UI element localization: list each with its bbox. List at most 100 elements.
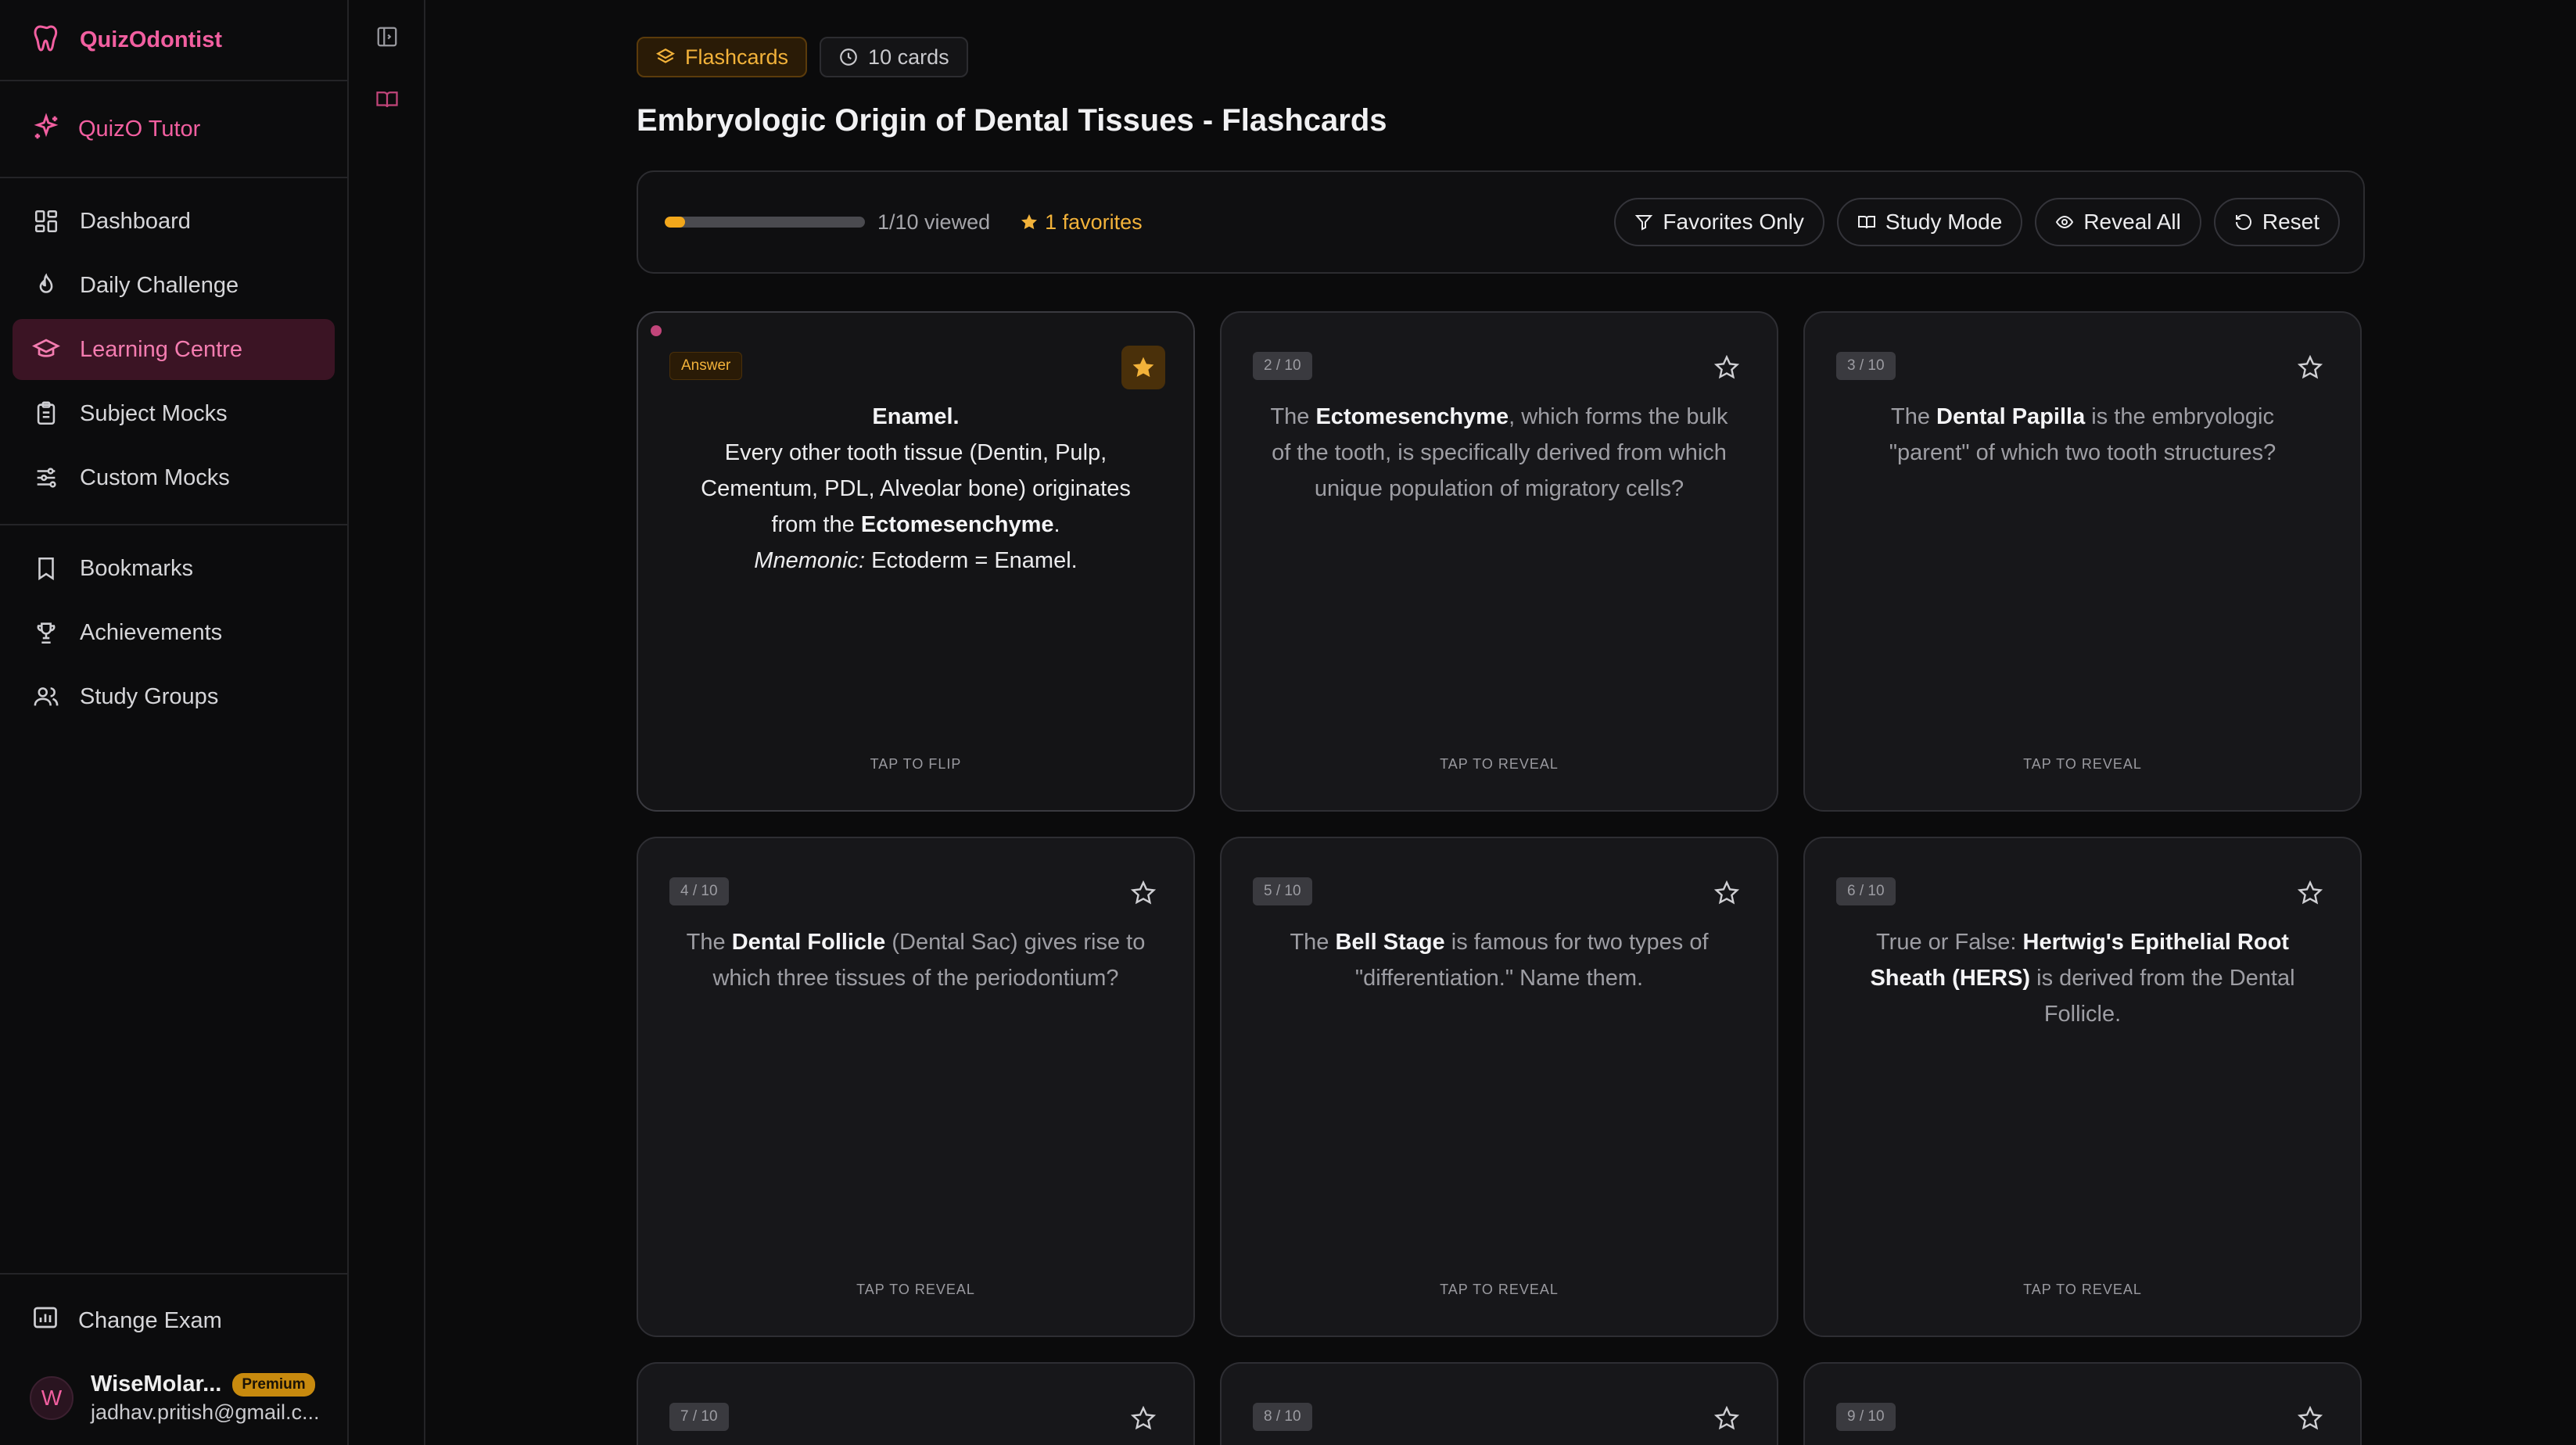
card-hint: TAP TO REVEAL	[2023, 1282, 2142, 1297]
nav-item-study-groups[interactable]: Study Groups	[13, 666, 335, 727]
favorite-star-icon[interactable]	[1705, 871, 1749, 915]
button-label: Reveal All	[2083, 210, 2181, 234]
page-title: Embryologic Origin of Dental Tissues - F…	[637, 103, 1387, 138]
user-profile[interactable]: W WiseMolar... Premium jadhav.pritish@gm…	[0, 1351, 347, 1445]
study-mode-button[interactable]: Study Mode	[1836, 198, 2023, 246]
favorite-star-icon[interactable]	[2288, 1397, 2332, 1440]
flashcard-9[interactable]: 9 / 10	[1803, 1362, 2362, 1445]
change-exam-button[interactable]: Change Exam	[0, 1290, 347, 1351]
flashcards-chip: Flashcards	[637, 37, 808, 77]
nav-label: Daily Challenge	[80, 272, 239, 298]
flashcard-2[interactable]: 2 / 10 The Ectomesenchyme, which forms t…	[1220, 311, 1778, 812]
bookmark-icon	[31, 554, 61, 583]
card-hint: TAP TO REVEAL	[856, 1282, 975, 1297]
trophy-icon	[31, 618, 61, 647]
nav-label: Dashboard	[80, 208, 191, 234]
main-content: Flashcards 10 cards Embryologic Origin o…	[425, 0, 2576, 1445]
favorite-star-icon[interactable]	[1121, 871, 1165, 915]
user-email: jadhav.pritish@gmail.c...	[91, 1400, 320, 1424]
nav-label: Custom Mocks	[80, 464, 230, 490]
nav-item-custom-mocks[interactable]: Custom Mocks	[13, 447, 335, 508]
favorites-label: 1 favorites	[1045, 210, 1143, 234]
card-text: The Dental Follicle (Dental Sac) gives r…	[686, 930, 1146, 991]
button-label: Reset	[2262, 210, 2319, 234]
secondary-nav: Bookmarks Achievements Study Groups	[0, 525, 347, 743]
app-name: QuizOdontist	[80, 27, 223, 52]
nav-item-learning-centre[interactable]: Learning Centre	[13, 319, 335, 380]
card-count-chip: 10 cards	[820, 37, 968, 77]
nav-item-daily-challenge[interactable]: Daily Challenge	[13, 255, 335, 316]
book-open-icon[interactable]	[349, 68, 425, 131]
sidebar-toggle-icon[interactable]	[349, 5, 425, 68]
flashcard-7[interactable]: 7 / 10	[637, 1362, 1195, 1445]
favorite-star-icon[interactable]	[2288, 871, 2332, 915]
card-badge: 3 / 10	[1836, 352, 1896, 380]
flashcard-toolbar: 1/10 viewed 1 favorites Favorites Only S…	[637, 170, 2365, 274]
card-badge: 2 / 10	[1253, 352, 1312, 380]
flashcard-5[interactable]: 5 / 10 The Bell Stage is famous for two …	[1220, 837, 1778, 1337]
favorite-star-icon[interactable]	[1705, 346, 1749, 389]
chip-type-label: Flashcards	[685, 45, 789, 69]
reveal-all-button[interactable]: Reveal All	[2035, 198, 2201, 246]
tutor-label: QuizO Tutor	[78, 116, 201, 142]
book-icon	[1857, 216, 1875, 229]
main-nav: Dashboard Daily Challenge Learning Centr…	[0, 178, 347, 525]
change-exam-label: Change Exam	[78, 1307, 222, 1333]
nav-item-achievements[interactable]: Achievements	[13, 602, 335, 663]
progress-bar	[665, 217, 865, 228]
nav-item-bookmarks[interactable]: Bookmarks	[13, 538, 335, 599]
sparkles-icon	[31, 112, 61, 146]
nav-label: Study Groups	[80, 683, 219, 709]
card-badge: Answer	[669, 352, 743, 380]
favorite-star-icon[interactable]	[1121, 346, 1165, 389]
sliders-icon	[31, 463, 61, 493]
dashboard-icon	[31, 206, 61, 236]
card-text: Enamel. Every other tooth tissue (Dentin…	[701, 404, 1131, 573]
card-text: The Ectomesenchyme, which forms the bulk…	[1270, 404, 1728, 501]
eye-icon	[2056, 215, 2074, 229]
viewed-count: 1/10 viewed	[877, 210, 991, 234]
sidebar-footer: Change Exam W WiseMolar... Premium jadha…	[0, 1273, 347, 1445]
nav-label: Learning Centre	[80, 336, 242, 362]
premium-badge: Premium	[232, 1372, 315, 1397]
graduation-cap-icon	[31, 335, 61, 364]
favorites-only-button[interactable]: Favorites Only	[1614, 198, 1824, 246]
brand[interactable]: QuizOdontist	[0, 0, 347, 81]
flashcard-8[interactable]: 8 / 10	[1220, 1362, 1778, 1445]
clipboard-icon	[31, 399, 61, 428]
card-badge: 8 / 10	[1253, 1403, 1312, 1431]
chip-count-label: 10 cards	[868, 45, 949, 69]
user-name: WiseMolar...	[91, 1371, 222, 1397]
card-text: The Bell Stage is famous for two types o…	[1290, 930, 1709, 991]
favorite-star-icon[interactable]	[2288, 346, 2332, 389]
favorite-star-icon[interactable]	[1705, 1397, 1749, 1440]
nav-label: Achievements	[80, 619, 223, 645]
favorites-count: 1 favorites	[1020, 210, 1143, 235]
button-label: Favorites Only	[1663, 210, 1804, 234]
avatar: W	[30, 1376, 74, 1420]
filter-icon	[1635, 215, 1653, 231]
card-badge: 4 / 10	[669, 877, 729, 905]
card-hint: TAP TO FLIP	[870, 756, 962, 772]
favorite-star-icon[interactable]	[1121, 1397, 1165, 1440]
layers-icon	[656, 48, 675, 63]
reset-button[interactable]: Reset	[2213, 198, 2340, 246]
nav-label: Bookmarks	[80, 555, 194, 581]
viewed-dot	[651, 325, 662, 336]
flashcard-4[interactable]: 4 / 10 The Dental Follicle (Dental Sac) …	[637, 837, 1195, 1337]
card-badge: 7 / 10	[669, 1403, 729, 1431]
nav-item-subject-mocks[interactable]: Subject Mocks	[13, 383, 335, 444]
progress-fill	[665, 217, 685, 228]
flashcard-6[interactable]: 6 / 10 True or False: Hertwig's Epitheli…	[1803, 837, 2362, 1337]
sidebar: QuizOdontist QuizO Tutor Dashboard Daily…	[0, 0, 349, 1445]
nav-item-dashboard[interactable]: Dashboard	[13, 191, 335, 252]
clock-icon	[840, 48, 857, 66]
flashcard-3[interactable]: 3 / 10 The Dental Papilla is the embryol…	[1803, 311, 2362, 812]
star-icon	[1021, 214, 1038, 230]
button-label: Study Mode	[1885, 210, 2003, 234]
side-rail	[349, 0, 425, 1445]
card-text: The Dental Papilla is the embryologic "p…	[1889, 404, 2276, 465]
flame-icon	[31, 271, 61, 300]
flashcard-1[interactable]: Answer Enamel. Every other tooth tissue …	[637, 311, 1195, 812]
quizo-tutor-link[interactable]: QuizO Tutor	[0, 81, 347, 178]
